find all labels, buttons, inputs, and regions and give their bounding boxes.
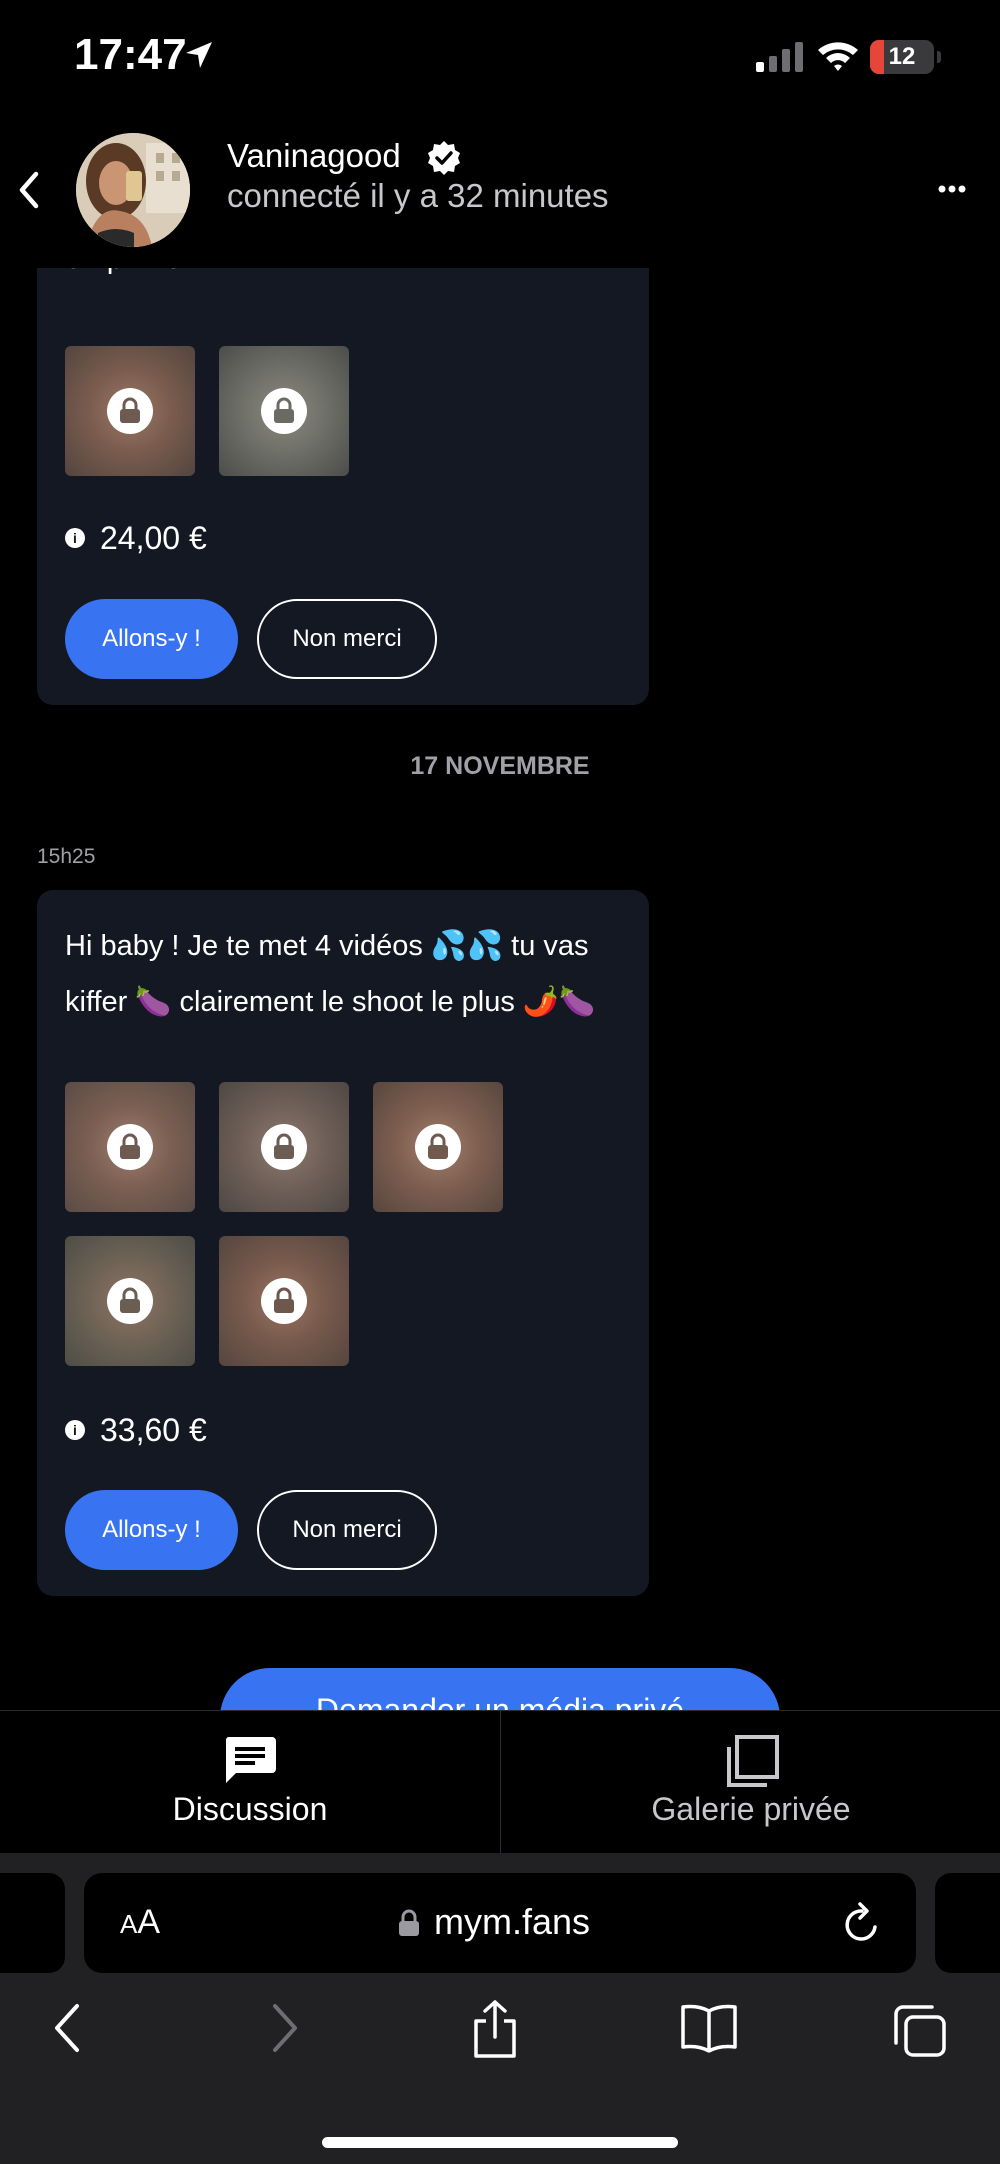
accept-button[interactable]: Allons-y ! [65, 599, 238, 679]
info-icon[interactable]: i [65, 1420, 85, 1440]
address-bar[interactable]: AA mym.fans [84, 1873, 916, 1973]
secure-lock-icon [399, 1909, 419, 1936]
locked-media-thumbnail[interactable] [65, 346, 195, 476]
text-size-button[interactable]: AA [120, 1903, 160, 1942]
locked-media-thumbnail[interactable] [65, 1082, 195, 1212]
lock-icon [415, 1124, 461, 1170]
price-label: 24,00 € [100, 520, 207, 556]
last-seen-status: connecté il y a 32 minutes [227, 177, 609, 214]
lock-icon [107, 1124, 153, 1170]
previous-tab-preview[interactable] [0, 1873, 65, 1973]
locked-media-thumbnail[interactable] [219, 346, 349, 476]
request-private-media-button[interactable]: Demander un média privé [220, 1668, 780, 1710]
price-label: 33,60 € [100, 1412, 207, 1448]
back-chevron-icon[interactable] [16, 170, 40, 210]
paid-message-bubble: Hi baby ! Je te met 4 vidéos 💦💦 tu vas k… [37, 890, 649, 1596]
browser-back-icon[interactable] [52, 2003, 82, 2053]
locked-media-thumbnail[interactable] [65, 1236, 195, 1366]
tab-label: Galerie privée [651, 1791, 851, 1827]
chat-thread[interactable]: en prime i 24,00 € Allons-y ! Non merci … [0, 268, 1000, 1710]
lock-icon [261, 388, 307, 434]
date-separator: 17 NOVEMBRE [410, 752, 590, 780]
tab-label: Discussion [172, 1791, 328, 1827]
tab-private-gallery[interactable]: Galerie privée [500, 1711, 1000, 1854]
cellular-signal-icon [756, 42, 803, 72]
lock-icon [107, 1278, 153, 1324]
decline-button[interactable]: Non merci [257, 599, 437, 679]
share-icon[interactable] [470, 1999, 520, 2059]
lock-icon [261, 1124, 307, 1170]
status-bar: 17:47 12 [0, 0, 1000, 115]
chat-header: Vaninagood connecté il y a 32 minutes [0, 115, 1000, 268]
info-icon[interactable]: i [65, 528, 85, 548]
home-indicator[interactable] [322, 2137, 678, 2148]
accept-button[interactable]: Allons-y ! [65, 1490, 238, 1570]
location-arrow-icon [186, 42, 212, 68]
tabs-icon[interactable] [892, 2003, 948, 2059]
tab-discussion[interactable]: Discussion [0, 1711, 500, 1854]
avatar[interactable] [76, 133, 190, 247]
gallery-icon [727, 1735, 779, 1787]
decline-button[interactable]: Non merci [257, 1490, 437, 1570]
chat-icon [225, 1737, 276, 1783]
clock: 17:47 [74, 30, 187, 79]
verified-badge-icon [428, 141, 460, 175]
browser-toolbar: AA mym.fans [0, 1853, 1000, 2164]
reload-icon[interactable] [842, 1901, 882, 1945]
lock-icon [107, 388, 153, 434]
url-text: mym.fans [434, 1901, 591, 1942]
next-tab-preview[interactable] [935, 1873, 1000, 1973]
locked-media-thumbnail[interactable] [219, 1236, 349, 1366]
wifi-icon [818, 42, 858, 71]
lock-icon [261, 1278, 307, 1324]
paid-message-bubble: en prime i 24,00 € Allons-y ! Non merci [37, 268, 649, 705]
message-timestamp: 15h25 [37, 845, 96, 868]
locked-media-thumbnail[interactable] [219, 1082, 349, 1212]
battery-icon: 12 [870, 40, 934, 74]
profile-name[interactable]: Vaninagood [227, 137, 401, 175]
browser-forward-icon[interactable] [270, 2003, 300, 2053]
bottom-tabs: Discussion Galerie privée [0, 1710, 1000, 1854]
locked-media-thumbnail[interactable] [373, 1082, 503, 1212]
message-text: en prime [65, 268, 182, 276]
bookmarks-icon[interactable] [680, 2003, 738, 2053]
battery-level: 12 [888, 43, 916, 70]
more-options-icon[interactable] [938, 185, 966, 193]
message-text: Hi baby ! Je te met 4 vidéos 💦💦 tu vas k… [65, 930, 596, 1018]
